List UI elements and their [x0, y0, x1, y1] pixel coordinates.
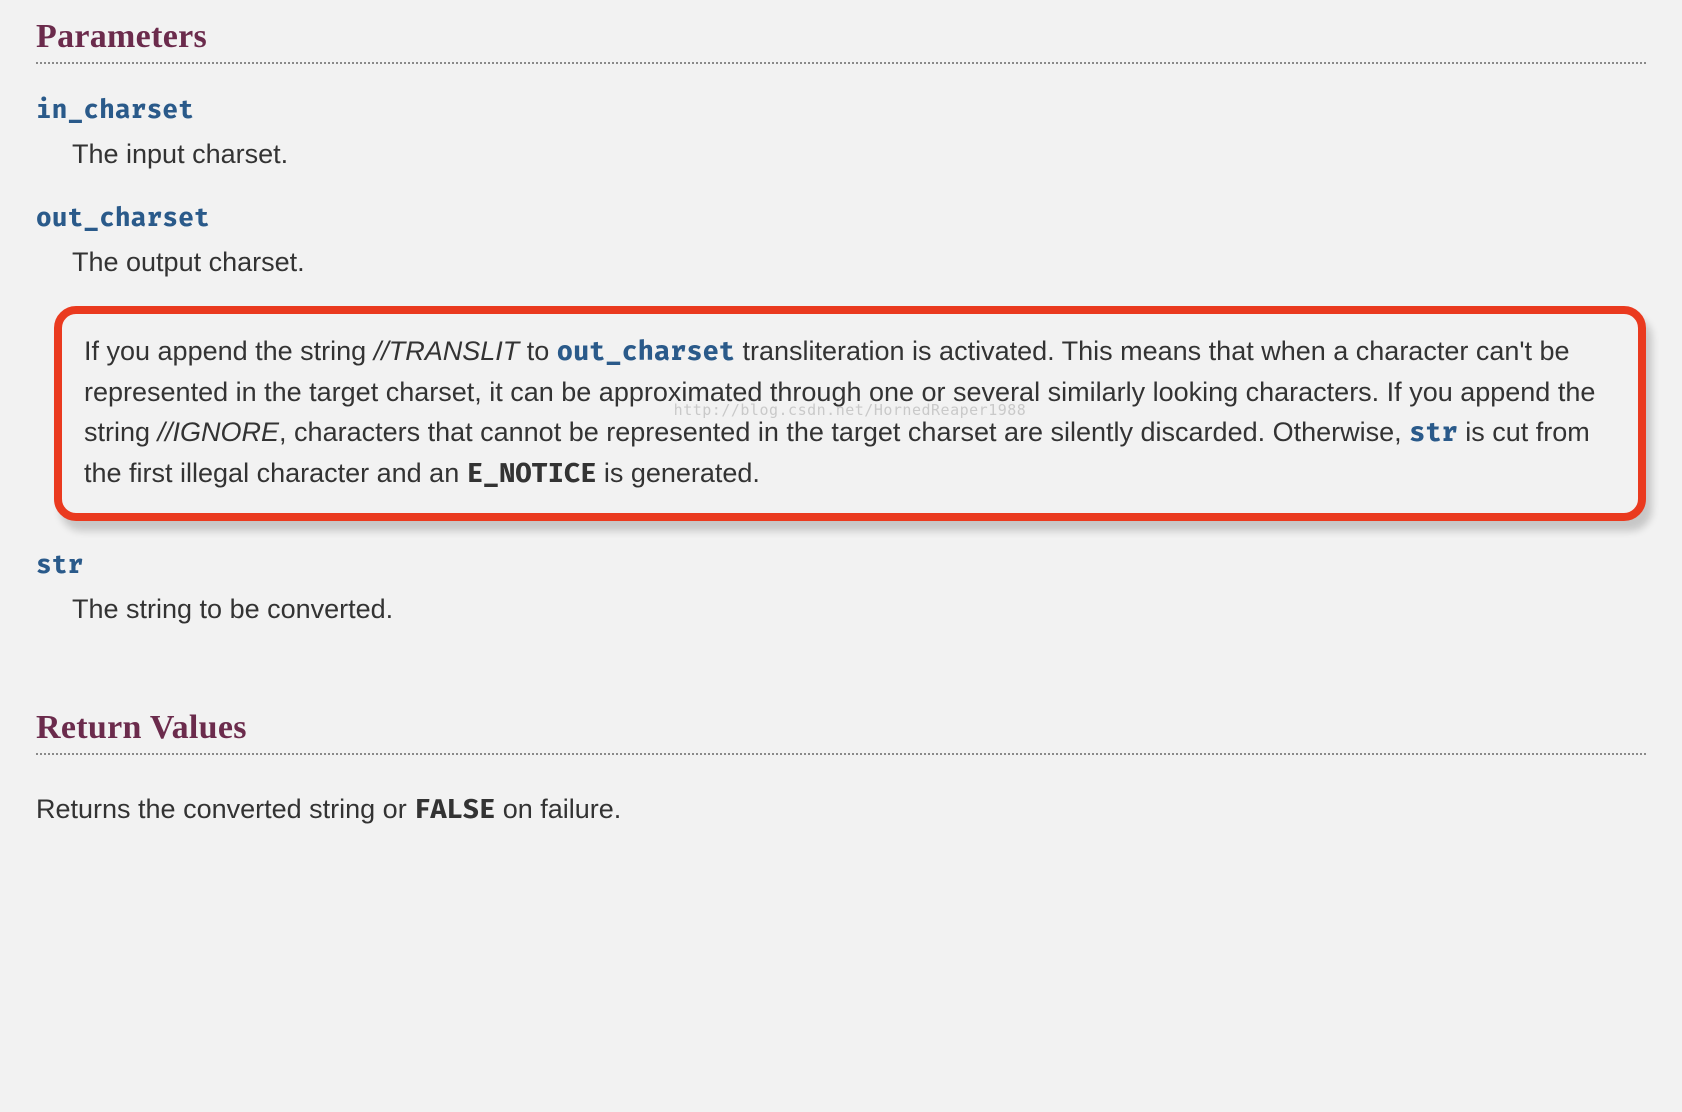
highlighted-note: http://blog.csdn.net/HornedReaper1988 If… [54, 306, 1646, 521]
divider [36, 753, 1646, 755]
false-const: FALSE [414, 794, 495, 826]
return-values-desc: Returns the converted string or FALSE on… [36, 791, 1646, 830]
param-str-desc: The string to be converted. [72, 590, 1646, 629]
param-in-charset-name: in_charset [36, 94, 1646, 125]
note-text: If you append the string [84, 336, 374, 366]
note-text: to [519, 336, 557, 366]
documentation-page: Parameters in_charset The input charset.… [0, 18, 1682, 870]
return-text: Returns the converted string or [36, 794, 414, 824]
divider [36, 62, 1646, 64]
param-out-charset-desc: The output charset. [72, 243, 1646, 282]
param-str-name: str [36, 549, 1646, 580]
param-in-charset-desc: The input charset. [72, 135, 1646, 174]
return-text: on failure. [495, 794, 621, 824]
note-text: is generated. [596, 458, 760, 488]
param-out-charset-name: out_charset [36, 202, 1646, 233]
parameters-heading: Parameters [36, 18, 1646, 56]
str-ref: str [1409, 417, 1458, 449]
note-text: , characters that cannot be represented … [279, 417, 1409, 447]
e-notice-const: E_NOTICE [467, 458, 597, 490]
translit-literal: //TRANSLIT [374, 336, 520, 366]
ignore-literal: //IGNORE [158, 417, 280, 447]
out-charset-ref: out_charset [557, 336, 735, 368]
return-values-heading: Return Values [36, 709, 1646, 747]
